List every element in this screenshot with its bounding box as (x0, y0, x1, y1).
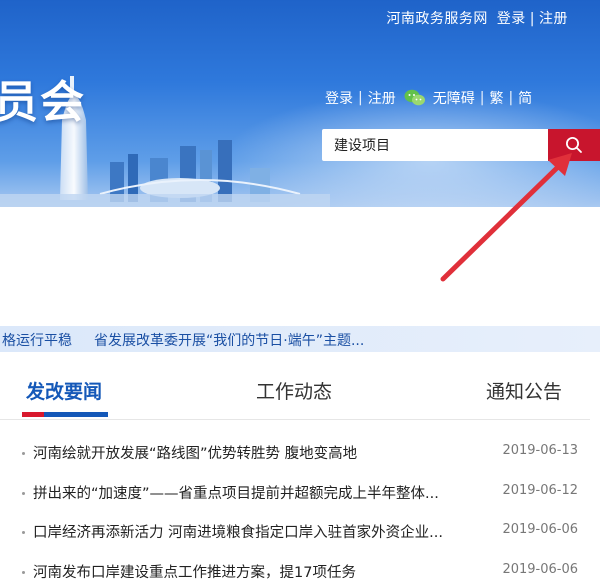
tab-bar: 发改要闻 工作动态 通知公告 (0, 352, 590, 420)
ticker-item[interactable]: 省发展改革委开展“我们的节日·端午”主题... (94, 333, 364, 349)
news-date: 2019-06-13 (502, 443, 578, 458)
search-icon (566, 137, 582, 153)
traditional-chinese-link[interactable]: 繁 (489, 88, 503, 108)
search-box (322, 129, 600, 161)
tab-fagai-news[interactable]: 发改要闻 (26, 377, 102, 404)
login-link[interactable]: 登录 (325, 88, 353, 108)
news-title[interactable]: 河南绘就开放发展“路线图”优势转胜势 腹地变高地 (33, 442, 357, 463)
news-item[interactable]: 河南绘就开放发展“路线图”优势转胜势 腹地变高地 2019-06-13 (0, 440, 600, 480)
portal-register-link[interactable]: 注册 (539, 11, 568, 27)
news-ticker: 格运行平稳 省发展改革委开展“我们的节日·端午”主题... (0, 326, 600, 352)
header-banner: 河南政务服务网 登录 | 注册 员会 登录 | 注册 无障碍 | 繁 | 简 (0, 0, 600, 207)
portal-name-link[interactable]: 河南政务服务网 (386, 11, 488, 27)
simplified-chinese-link[interactable]: 简 (518, 88, 532, 108)
news-date: 2019-06-06 (502, 522, 578, 537)
ticker-item[interactable]: 格运行平稳 (2, 333, 72, 349)
wechat-icon[interactable] (404, 89, 426, 107)
news-item[interactable]: 拼出来的“加速度”——省重点项目提前并超额完成上半年整体... 2019-06-… (0, 480, 600, 520)
news-date: 2019-06-06 (502, 562, 578, 577)
news-date: 2019-06-12 (502, 483, 578, 498)
search-input[interactable] (322, 129, 548, 161)
active-tab-indicator (22, 412, 108, 417)
news-title[interactable]: 河南发布口岸建设重点工作推进方案，提17项任务 (33, 561, 356, 579)
tab-notices[interactable]: 通知公告 (486, 377, 562, 404)
register-link[interactable]: 注册 (368, 88, 396, 108)
news-item[interactable]: 口岸经济再添新活力 河南进境粮食指定口岸入驻首家外资企业... 2019-06-… (0, 519, 600, 559)
news-title[interactable]: 口岸经济再添新活力 河南进境粮食指定口岸入驻首家外资企业... (33, 521, 443, 542)
news-panel: 发改要闻 工作动态 通知公告 河南绘就开放发展“路线图”优势转胜势 腹地变高地 … (0, 352, 600, 579)
utility-bar: 登录 | 注册 无障碍 | 繁 | 简 (325, 88, 533, 108)
search-button[interactable] (548, 129, 600, 161)
news-title[interactable]: 拼出来的“加速度”——省重点项目提前并超额完成上半年整体... (33, 482, 439, 503)
portal-login-link[interactable]: 登录 (497, 11, 526, 27)
tab-work-updates[interactable]: 工作动态 (256, 377, 332, 404)
portal-topbar: 河南政务服务网 登录 | 注册 (386, 11, 568, 27)
news-item[interactable]: 河南发布口岸建设重点工作推进方案，提17项任务 2019-06-06 (0, 559, 600, 579)
accessibility-link[interactable]: 无障碍 (433, 88, 475, 108)
site-title: 员会 (0, 77, 86, 128)
